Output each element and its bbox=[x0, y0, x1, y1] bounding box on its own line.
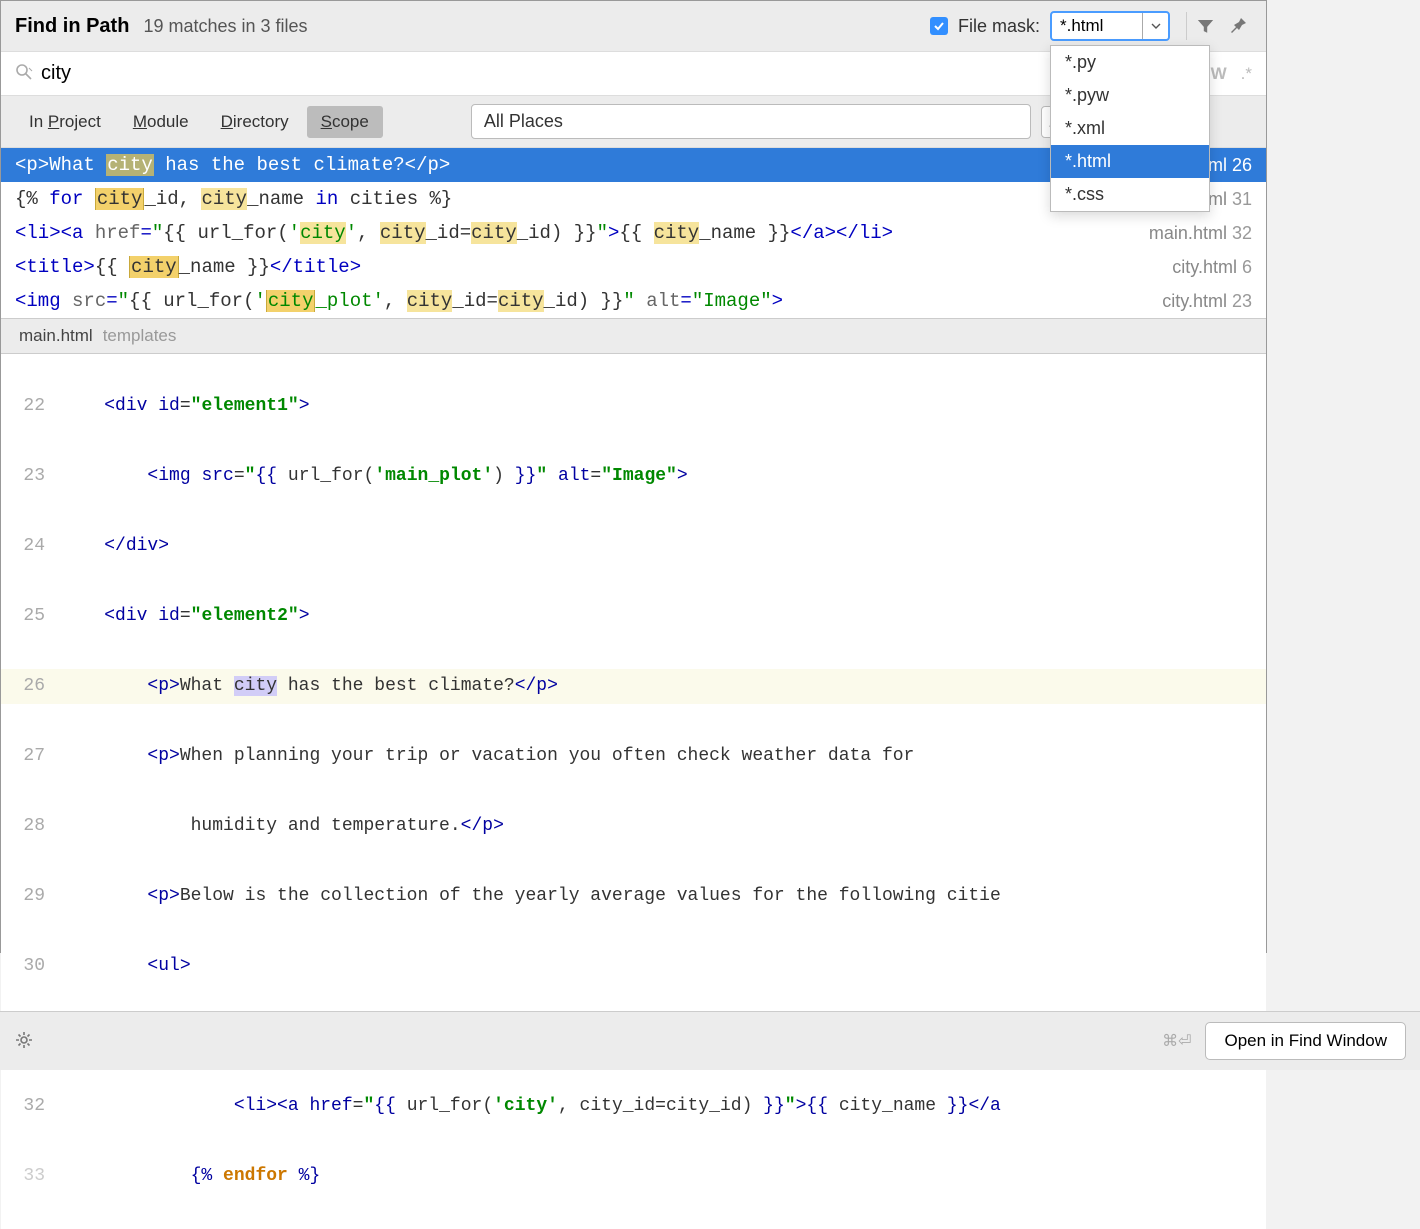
dropdown-item-xml[interactable]: *.xml bbox=[1051, 112, 1209, 145]
search-input[interactable] bbox=[41, 62, 1090, 85]
result-row[interactable]: <title>{{ city_name }}</title> city.html… bbox=[1, 250, 1266, 284]
preview-file-path: templates bbox=[103, 326, 177, 346]
preview-file-name: main.html bbox=[19, 326, 93, 346]
open-in-find-window-button[interactable]: Open in Find Window bbox=[1205, 1022, 1406, 1060]
dropdown-item-pyw[interactable]: *.pyw bbox=[1051, 79, 1209, 112]
dialog-header: Find in Path 19 matches in 3 files File … bbox=[1, 1, 1266, 52]
dialog-footer: ⌘⏎ Open in Find Window bbox=[0, 1011, 1420, 1070]
search-icon bbox=[15, 63, 33, 84]
file-mask-input[interactable] bbox=[1052, 13, 1142, 39]
file-mask-dropdown: *.py *.pyw *.xml *.html *.css bbox=[1050, 45, 1210, 212]
file-mask-checkbox[interactable] bbox=[930, 17, 948, 35]
dropdown-item-py[interactable]: *.py bbox=[1051, 46, 1209, 79]
preview-editor[interactable]: 22 <div id="element1"> 23 <img src="{{ u… bbox=[1, 354, 1266, 1229]
dropdown-item-css[interactable]: *.css bbox=[1051, 178, 1209, 211]
tab-module[interactable]: Module bbox=[119, 106, 203, 138]
filter-icon[interactable] bbox=[1186, 12, 1214, 40]
result-row[interactable]: <img src="{{ url_for('city_plot', city_i… bbox=[1, 284, 1266, 318]
match-count: 19 matches in 3 files bbox=[143, 16, 307, 37]
scope-select[interactable]: All Places bbox=[471, 104, 1031, 139]
tab-project[interactable]: In Project bbox=[15, 106, 115, 138]
keyboard-hint: ⌘⏎ bbox=[1162, 1031, 1191, 1051]
result-row[interactable]: <li><a href="{{ url_for('city', city_id=… bbox=[1, 216, 1266, 250]
file-mask-label: File mask: bbox=[958, 16, 1040, 37]
file-mask-dropdown-arrow[interactable] bbox=[1142, 13, 1168, 39]
regex-toggle[interactable]: .* bbox=[1241, 64, 1252, 84]
pin-icon[interactable] bbox=[1224, 12, 1252, 40]
words-toggle[interactable]: W bbox=[1211, 64, 1227, 84]
tab-directory[interactable]: Directory bbox=[207, 106, 303, 138]
file-mask-combo[interactable]: *.py *.pyw *.xml *.html *.css bbox=[1050, 11, 1170, 41]
scope-value: All Places bbox=[484, 111, 563, 132]
dropdown-item-html[interactable]: *.html bbox=[1051, 145, 1209, 178]
preview-header: main.html templates bbox=[1, 318, 1266, 354]
tab-scope[interactable]: Scope bbox=[307, 106, 383, 138]
dialog-title: Find in Path bbox=[15, 15, 129, 38]
settings-gear-icon[interactable] bbox=[14, 1030, 34, 1053]
